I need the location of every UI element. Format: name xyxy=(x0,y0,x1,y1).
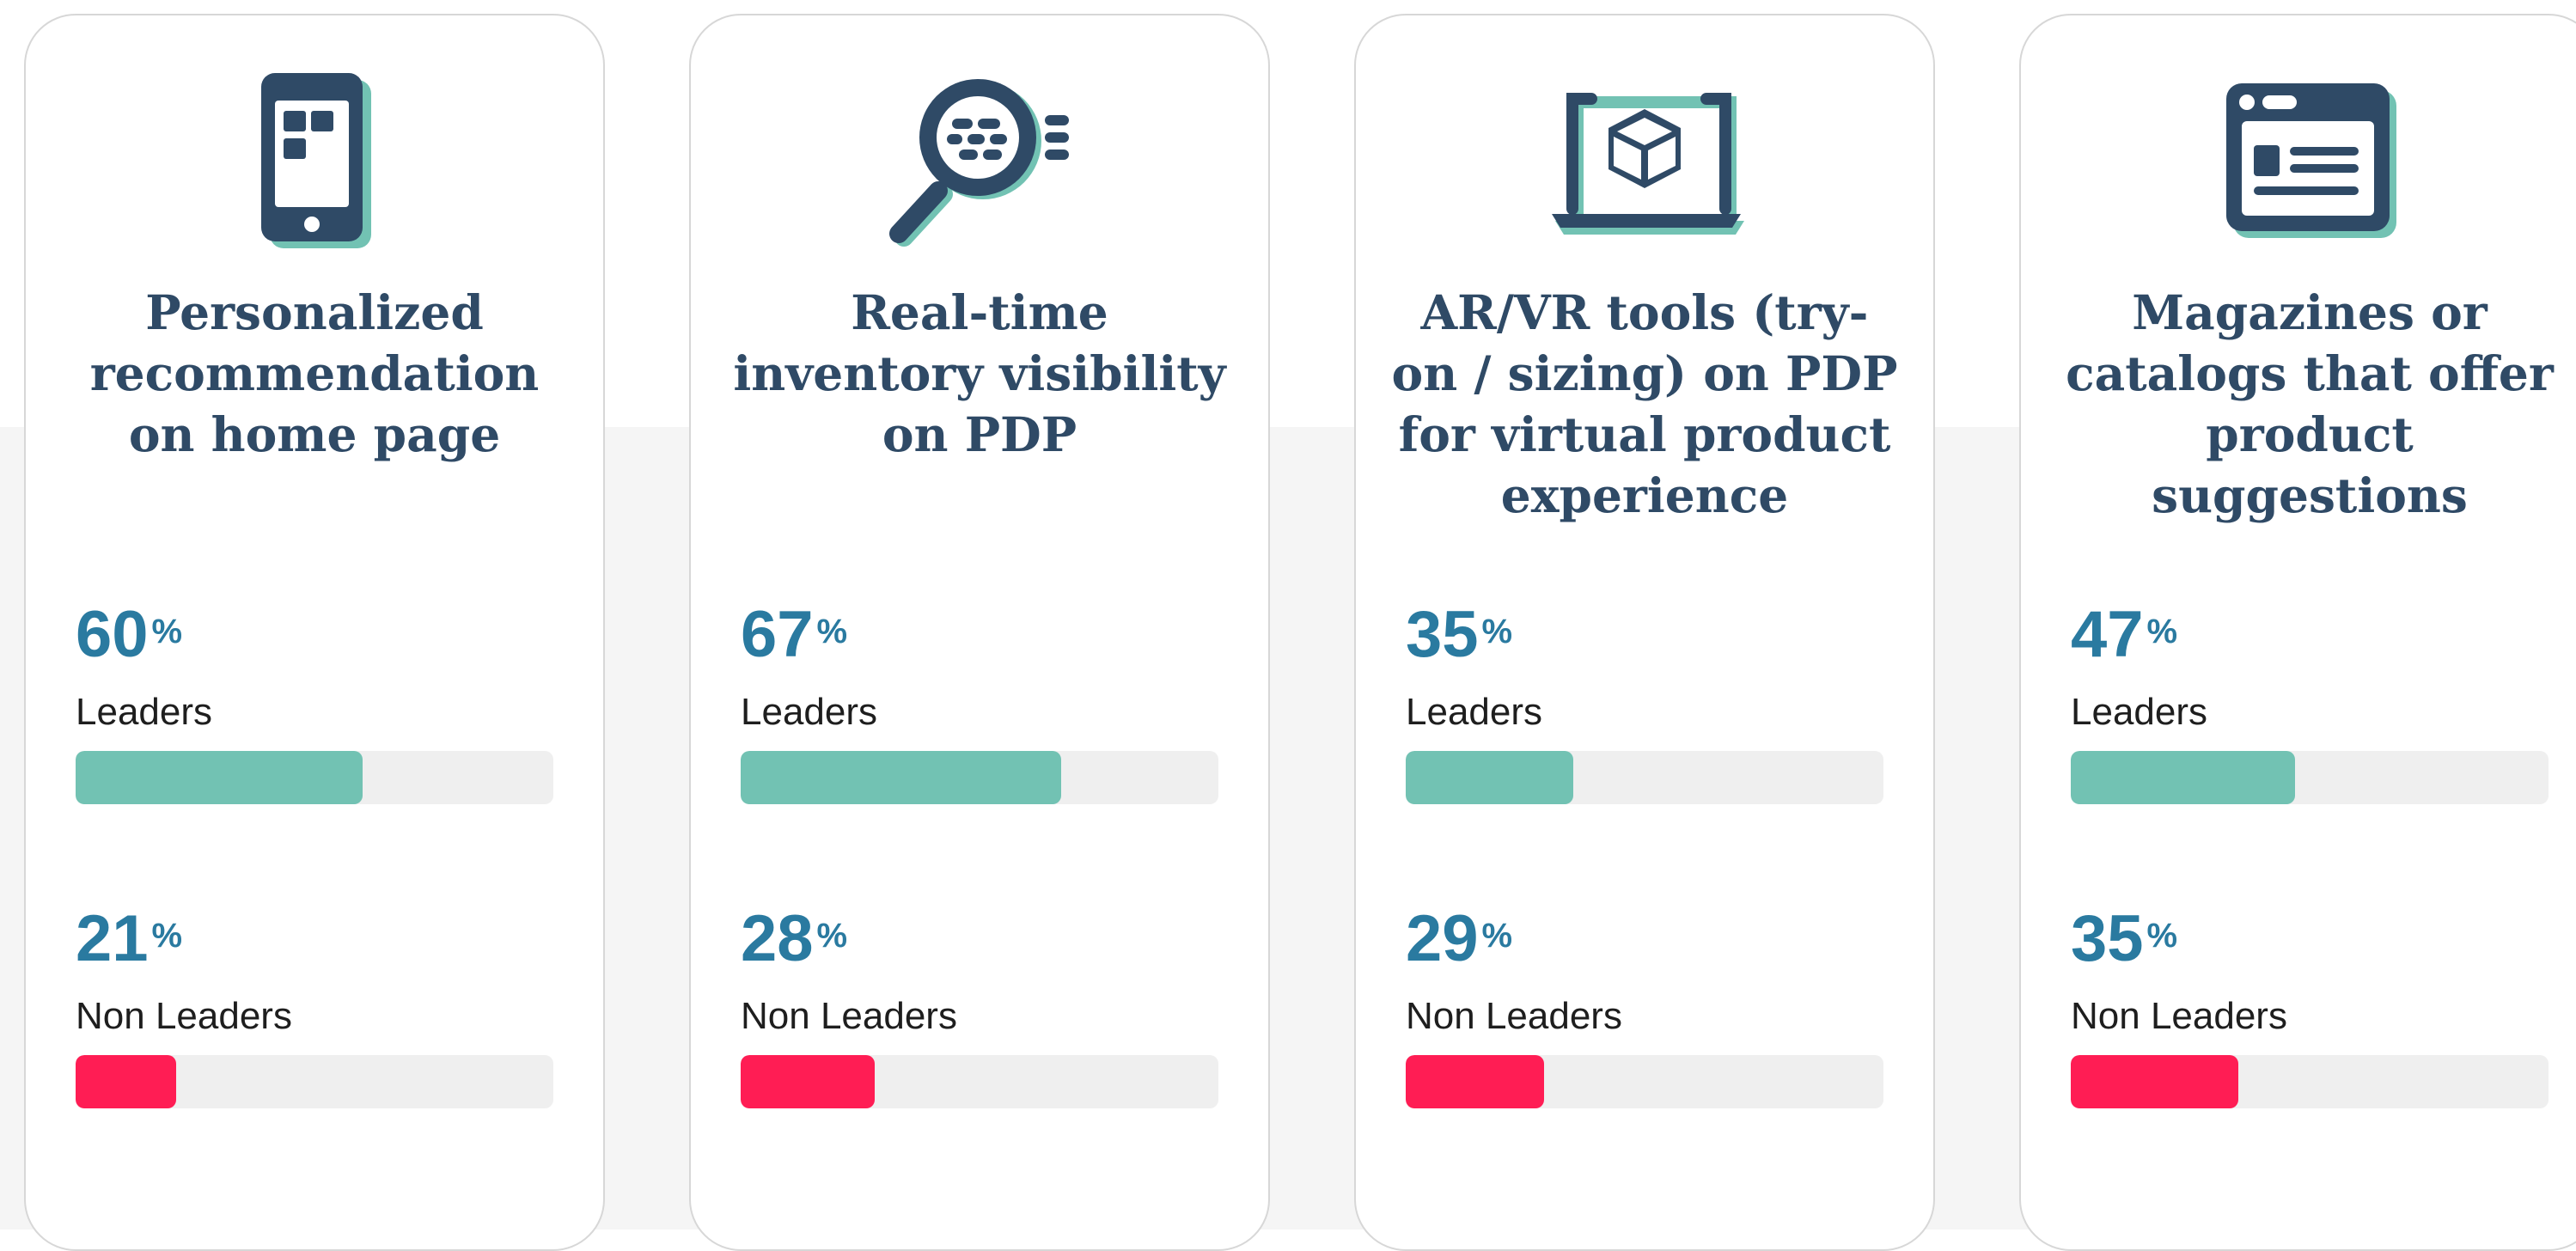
leaders-bar xyxy=(76,751,363,804)
non-leaders-bar xyxy=(76,1055,176,1108)
non-leaders-bar xyxy=(2071,1055,2238,1108)
card-title: AR/VR tools (try-on / sizing) on PDP for… xyxy=(1391,284,1898,523)
card-title: Real-time inventory visibility on PDP xyxy=(733,284,1226,462)
card-magazines-catalogs: Magazines or catalogs that offer product… xyxy=(2019,14,2576,1251)
leaders-label: Leaders xyxy=(2071,691,2208,733)
leaders-bar-track xyxy=(2071,751,2549,804)
card-personalized-recommendation: Personalized recommendation on home page… xyxy=(24,14,605,1251)
non-leaders-value: 28% xyxy=(741,902,848,975)
non-leaders-stat: 28% Non Leaders xyxy=(741,900,1218,1158)
smartphone-icon xyxy=(261,73,371,248)
card-title: Magazines or catalogs that offer product… xyxy=(2066,284,2554,523)
non-leaders-bar-track xyxy=(741,1055,1218,1108)
non-leaders-bar xyxy=(1406,1055,1545,1108)
leaders-stat: 35% Leaders xyxy=(1406,596,1883,854)
leaders-stat: 60% Leaders xyxy=(76,596,553,854)
browser-window-icon xyxy=(2226,83,2396,238)
leaders-label: Leaders xyxy=(1406,691,1543,733)
card-title: Personalized recommendation on home page xyxy=(89,284,540,462)
leaders-value: 60% xyxy=(76,598,183,671)
leaders-label: Leaders xyxy=(76,691,213,733)
leaders-bar xyxy=(741,751,1061,804)
leaders-bar xyxy=(1406,751,1573,804)
non-leaders-value: 21% xyxy=(76,902,183,975)
magnifier-icon xyxy=(889,79,1069,247)
leaders-bar-track xyxy=(76,751,553,804)
non-leaders-label: Non Leaders xyxy=(2071,995,2287,1037)
non-leaders-bar-track xyxy=(2071,1055,2549,1108)
leaders-bar xyxy=(2071,751,2296,804)
leaders-bar-track xyxy=(741,751,1218,804)
non-leaders-stat: 35% Non Leaders xyxy=(2071,900,2549,1158)
card-ar-vr-tools: AR/VR tools (try-on / sizing) on PDP for… xyxy=(1354,14,1935,1251)
non-leaders-label: Non Leaders xyxy=(1406,995,1622,1037)
leaders-stat: 47% Leaders xyxy=(2071,596,2549,854)
laptop-cube-icon xyxy=(1552,93,1744,235)
non-leaders-label: Non Leaders xyxy=(741,995,957,1037)
card-realtime-inventory: Real-time inventory visibility on PDP 67… xyxy=(689,14,1270,1251)
non-leaders-stat: 29% Non Leaders xyxy=(1406,900,1883,1158)
non-leaders-label: Non Leaders xyxy=(76,995,292,1037)
leaders-value: 35% xyxy=(1406,598,1513,671)
leaders-value: 47% xyxy=(2071,598,2178,671)
non-leaders-stat: 21% Non Leaders xyxy=(76,900,553,1158)
non-leaders-value: 35% xyxy=(2071,902,2178,975)
non-leaders-bar-track xyxy=(76,1055,553,1108)
leaders-bar-track xyxy=(1406,751,1883,804)
leaders-stat: 67% Leaders xyxy=(741,596,1218,854)
leaders-label: Leaders xyxy=(741,691,878,733)
non-leaders-bar xyxy=(741,1055,875,1108)
leaders-value: 67% xyxy=(741,598,848,671)
non-leaders-bar-track xyxy=(1406,1055,1883,1108)
non-leaders-value: 29% xyxy=(1406,902,1513,975)
